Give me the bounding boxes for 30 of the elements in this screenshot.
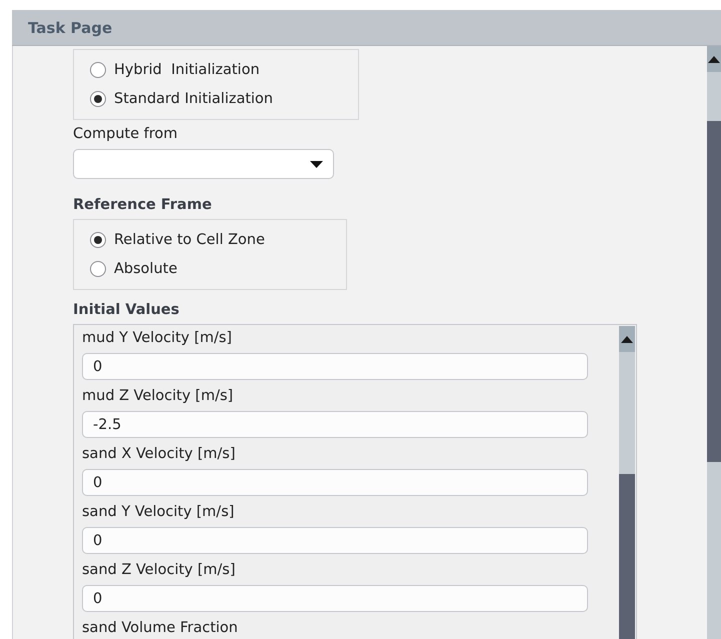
radio-label: Standard Initialization [114, 90, 273, 106]
panel-title: Task Page [12, 10, 721, 46]
radio-button[interactable] [90, 62, 106, 78]
field-label: sand Y Velocity [m/s] [82, 504, 236, 522]
value-field[interactable]: 0 [82, 585, 588, 612]
caret-icon [310, 160, 323, 168]
value-field[interactable]: 0 [82, 527, 588, 554]
arrow-up-icon [621, 336, 633, 342]
field-label: sand X Velocity [m/s] [82, 446, 236, 464]
value-field[interactable]: 0 [82, 353, 588, 380]
dropdown-field[interactable] [73, 149, 334, 179]
radio-button[interactable] [90, 232, 106, 248]
field-label: sand Z Velocity [m/s] [82, 562, 236, 580]
value-field[interactable]: -2.5 [82, 411, 588, 438]
radio-label: Absolute [114, 260, 178, 276]
radio-label: Relative to Cell Zone [114, 232, 265, 248]
scroll-up-button[interactable] [619, 326, 635, 352]
section-title: Initial Values [73, 302, 180, 320]
radio-label: Hybrid Initialization [114, 62, 260, 78]
radio-button[interactable] [90, 260, 106, 276]
section-title: Reference Frame [73, 197, 213, 215]
field-label: mud Y Velocity [m/s] [82, 330, 233, 348]
scrollbar-thumb[interactable] [707, 121, 721, 462]
field-label: sand Volume Fraction [82, 620, 239, 638]
field-label: mud Z Velocity [m/s] [82, 388, 234, 406]
value-field[interactable]: 0 [82, 469, 588, 496]
arrow-up-icon [708, 56, 720, 62]
field-label: Compute from [73, 126, 178, 144]
radio-button[interactable] [90, 90, 106, 106]
scroll-up-button[interactable] [707, 46, 721, 72]
